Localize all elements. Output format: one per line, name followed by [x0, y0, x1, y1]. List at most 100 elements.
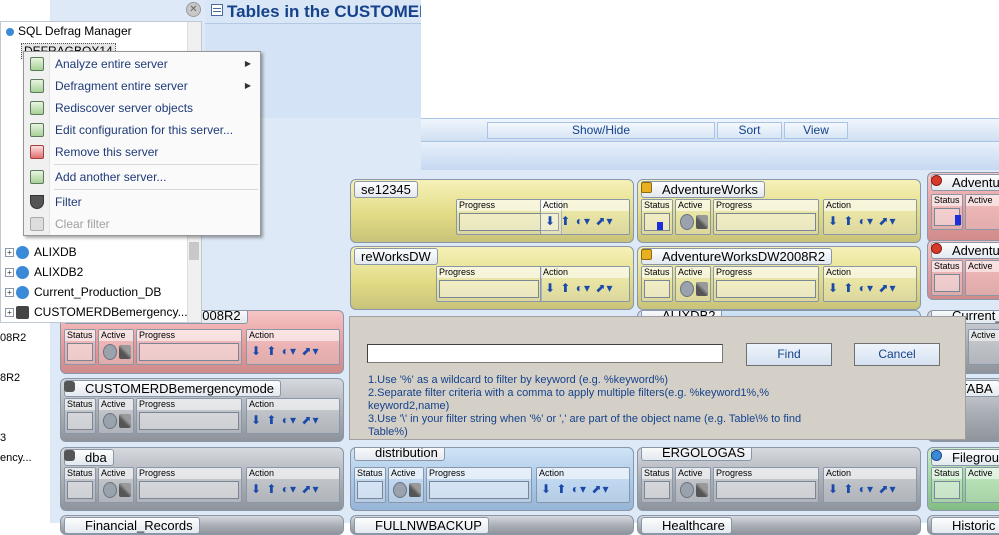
left-fragment: 08R2	[0, 332, 27, 344]
tree-item-label: CUSTOMERDBemergency...	[34, 305, 188, 319]
action-icons[interactable]: ⬇ ⬆ ◐▾ ⬈▾	[541, 482, 609, 496]
show-hide-button[interactable]: Show/Hide	[487, 122, 715, 139]
tree-item[interactable]: + CUSTOMERDBemergency...	[5, 303, 188, 321]
status-label: Status	[932, 195, 962, 206]
status-section: Status	[64, 467, 96, 503]
find-button[interactable]: Find	[746, 343, 832, 366]
menu-item-add-server[interactable]: Add another server...	[25, 166, 259, 188]
action-section: Action ⬇ ⬆ ◐▾ ⬈▾	[823, 467, 917, 503]
database-card[interactable]: Filegrou Status Active	[927, 447, 999, 511]
menu-item-label: Clear filter	[55, 217, 110, 231]
add-server-icon	[30, 170, 44, 184]
menu-item-filter[interactable]: Filter	[25, 191, 259, 213]
close-icon[interactable]: ✕	[186, 2, 201, 17]
status-section: Status	[641, 199, 673, 235]
action-section: Action ⬇ ⬆ ◐▾ ⬈▾	[540, 199, 630, 235]
active-label: Active	[966, 261, 999, 272]
tree-item-label: ALIXDB	[34, 245, 77, 259]
progress-section: Progress	[713, 266, 819, 302]
gear-icon	[103, 413, 117, 429]
server-ok-icon	[16, 286, 29, 300]
action-icons[interactable]: ⬇ ⬆ ◐▾ ⬈▾	[828, 214, 896, 228]
card-title: AdventureWorks	[641, 181, 765, 198]
progress-label: Progress	[137, 330, 241, 341]
menu-item-remove-server[interactable]: Remove this server	[25, 141, 259, 163]
action-label: Action	[824, 200, 916, 211]
card-title: Historic	[931, 517, 999, 534]
status-section: Status	[354, 467, 386, 503]
database-card[interactable]: distribution Status Active Progress Acti…	[350, 447, 634, 511]
menu-item-label: Remove this server	[55, 145, 159, 159]
database-card[interactable]: se12345 Progress Action ⬇ ⬆ ◐▾ ⬈▾	[350, 179, 634, 243]
tree-scroll-thumb[interactable]	[189, 242, 199, 260]
tree-item[interactable]: + ALIXDB2	[5, 263, 83, 281]
database-card[interactable]: Adventu Status Active	[927, 240, 999, 300]
action-icons[interactable]: ⬇ ⬆ ◐▾ ⬈▾	[251, 344, 319, 358]
database-card[interactable]: reWorksDW Progress Action ⬇ ⬆ ◐▾ ⬈▾	[350, 246, 634, 310]
filter-input[interactable]	[367, 344, 723, 363]
database-card[interactable]: CUSTOMERDBemergencymode Status Active Pr…	[60, 378, 344, 442]
database-card[interactable]: ERGOLOGAS Status Active Progress Action ⬇…	[637, 447, 921, 511]
action-icons[interactable]: ⬇ ⬆ ◐▾ ⬈▾	[828, 482, 896, 496]
menu-item-edit-config[interactable]: Edit configuration for this server...	[25, 119, 259, 141]
action-icons[interactable]: ⬇ ⬆ ◐▾ ⬈▾	[251, 413, 319, 427]
status-section: Status	[931, 194, 963, 230]
view-button[interactable]: View	[784, 122, 848, 139]
database-icon	[64, 450, 75, 461]
tree-item[interactable]: + ALIXDB	[5, 243, 77, 261]
active-label: Active	[389, 468, 423, 479]
tree-root[interactable]: SQL Defrag Manager	[6, 24, 132, 38]
action-icons[interactable]: ⬇ ⬆ ◐▾ ⬈▾	[545, 214, 613, 228]
action-label: Action	[541, 267, 629, 278]
tip-line: 3.Use '\' in your filter string when '%'…	[368, 413, 802, 438]
status-section: Status	[931, 260, 963, 296]
expand-icon[interactable]: +	[5, 308, 14, 318]
active-label: Active	[966, 195, 999, 206]
database-card[interactable]: dba Status Active Progress Action ⬇ ⬆ ◐▾ …	[60, 447, 344, 511]
expand-icon[interactable]: +	[5, 248, 14, 258]
progress-section: Progress	[713, 199, 819, 235]
database-card[interactable]: Historic	[927, 515, 999, 535]
database-card[interactable]: AdventureWorks Status Active Progress Ac…	[637, 179, 921, 243]
filter-icon	[30, 195, 44, 209]
menu-item-rediscover[interactable]: Rediscover server objects	[25, 97, 259, 119]
progress-label: Progress	[714, 267, 818, 278]
action-label: Action	[247, 399, 339, 410]
database-card[interactable]: AdventureWorksDW2008R2 Status Active Pro…	[637, 246, 921, 310]
database-card[interactable]: Adventu Status Active	[927, 172, 999, 243]
gear-icon	[103, 344, 117, 360]
database-card[interactable]: Healthcare	[637, 515, 921, 535]
active-label: Active	[676, 468, 710, 479]
database-card[interactable]: FULLNWBACKUP	[350, 515, 634, 535]
card-title: CUSTOMERDBemergencymode	[64, 380, 282, 397]
root-icon	[6, 27, 14, 36]
expand-icon[interactable]: +	[5, 268, 14, 278]
wrench-icon	[119, 483, 131, 497]
menu-item-label: Analyze entire server	[55, 57, 168, 71]
menu-item-clear-filter: Clear filter	[25, 213, 259, 235]
status-label: Status	[642, 200, 672, 211]
progress-section: Progress	[136, 329, 242, 365]
progress-label: Progress	[437, 267, 541, 278]
remove-server-icon	[30, 145, 44, 159]
progress-label: Progress	[714, 468, 818, 479]
action-label: Action	[541, 200, 629, 211]
menu-item-defragment[interactable]: Defragment entire server ▶	[25, 75, 259, 97]
sort-button[interactable]: Sort	[717, 122, 782, 139]
action-icons[interactable]: ⬇ ⬆ ◐▾ ⬈▾	[251, 482, 319, 496]
menu-item-analyze[interactable]: Analyze entire server ▶	[25, 53, 259, 75]
action-icons[interactable]: ⬇ ⬆ ◐▾ ⬈▾	[828, 281, 896, 295]
cancel-button[interactable]: Cancel	[854, 343, 940, 366]
active-section: Active	[965, 467, 999, 503]
action-icons[interactable]: ⬇ ⬆ ◐▾ ⬈▾	[545, 281, 613, 295]
active-section: Active	[675, 199, 711, 235]
card-title: AdventureWorksDW2008R2	[641, 248, 833, 265]
rediscover-icon	[30, 101, 44, 115]
progress-section: Progress	[713, 467, 819, 503]
tree-item[interactable]: + Current_Production_DB	[5, 283, 161, 301]
tree-item-label: ALIXDB2	[34, 265, 84, 279]
database-card[interactable]: Financial_Records	[60, 515, 344, 535]
action-label: Action	[824, 468, 916, 479]
expand-icon[interactable]: +	[5, 288, 14, 298]
active-section: Active	[388, 467, 424, 503]
